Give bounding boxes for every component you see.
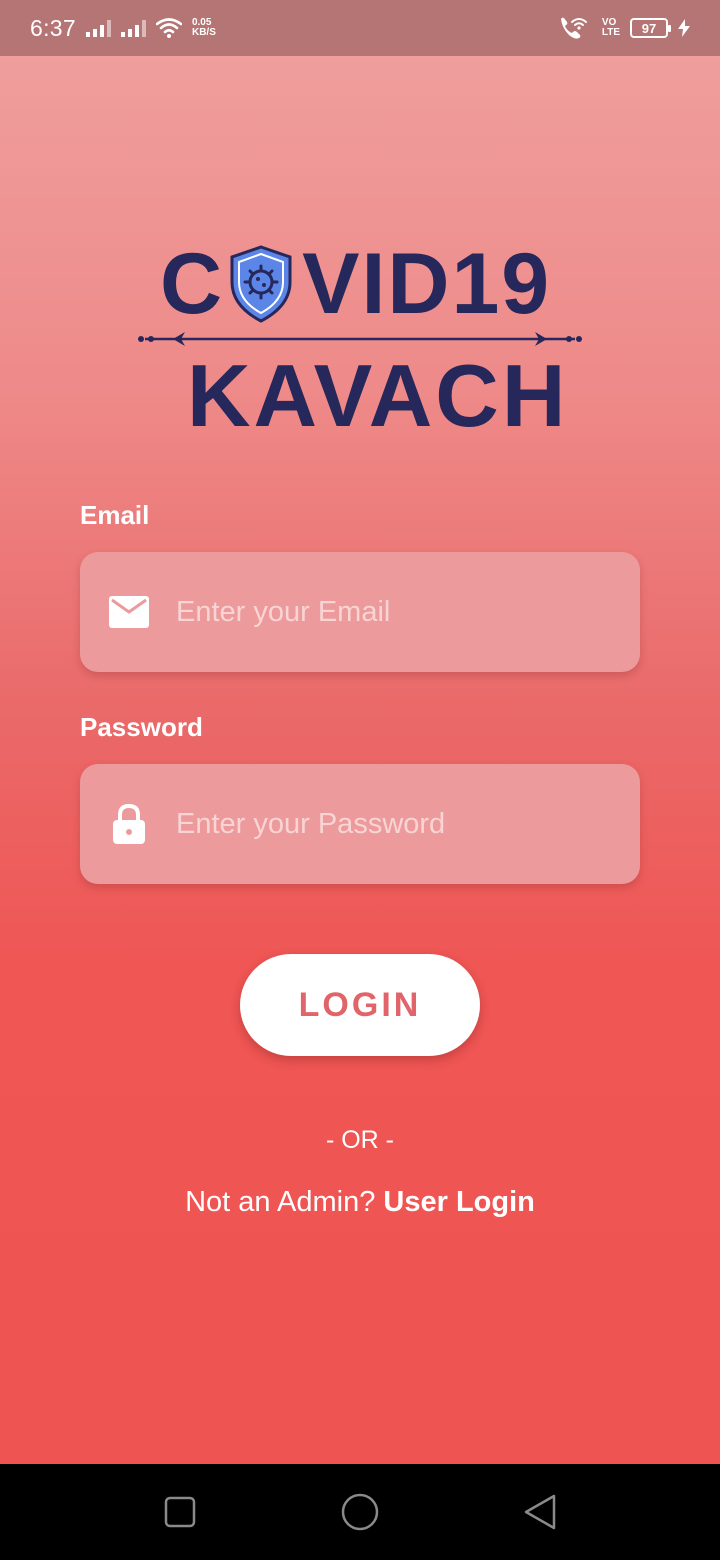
signal-icon-2 [120, 19, 146, 37]
logo-suffix: VID19 [302, 236, 552, 332]
battery-icon: 97 [630, 18, 671, 38]
speed-unit: KB/S [191, 27, 216, 38]
shield-virus-icon [230, 245, 292, 323]
charging-icon [678, 19, 690, 37]
home-icon[interactable] [340, 1492, 380, 1532]
alt-login-prompt: Not an Admin? [185, 1186, 384, 1218]
battery-level: 97 [641, 20, 657, 36]
user-login-link[interactable]: User Login [383, 1186, 534, 1218]
signal-icon [85, 19, 111, 37]
email-field-container[interactable] [80, 552, 640, 672]
network-speed: 0.05 KB/S [192, 18, 216, 38]
app-logo: C VID19 KAVACH [135, 240, 585, 440]
wifi-call-icon [560, 17, 587, 39]
login-button[interactable]: LOGIN [240, 954, 480, 1056]
volte-indicator: VO LTE [602, 18, 620, 38]
email-label: Email [80, 500, 150, 530]
password-field-container[interactable] [80, 764, 640, 884]
password-input[interactable] [176, 794, 616, 854]
recent-apps-icon[interactable] [160, 1492, 200, 1532]
volte-bottom: LTE [601, 27, 620, 38]
email-input[interactable] [176, 582, 616, 642]
status-left: 6:37 0.05 KB/S [30, 15, 216, 42]
logo-prefix: C [160, 236, 225, 332]
back-icon[interactable] [520, 1492, 560, 1532]
logo-line-2: KAVACH [187, 346, 569, 445]
password-label: Password [80, 712, 203, 742]
lock-icon [113, 804, 145, 844]
status-time: 6:37 [30, 14, 76, 41]
status-bar: 6:37 0.05 KB/S VO LTE 97 [0, 0, 720, 56]
mail-icon [109, 596, 149, 628]
logo-line-1: C VID19 [160, 240, 551, 328]
or-divider-text: - OR - [325, 1126, 395, 1154]
status-right: VO LTE 97 [558, 16, 690, 40]
wifi-icon [155, 18, 182, 38]
alt-login-row: Not an Admin? User Login [0, 1186, 720, 1219]
system-nav-bar [0, 1464, 720, 1560]
